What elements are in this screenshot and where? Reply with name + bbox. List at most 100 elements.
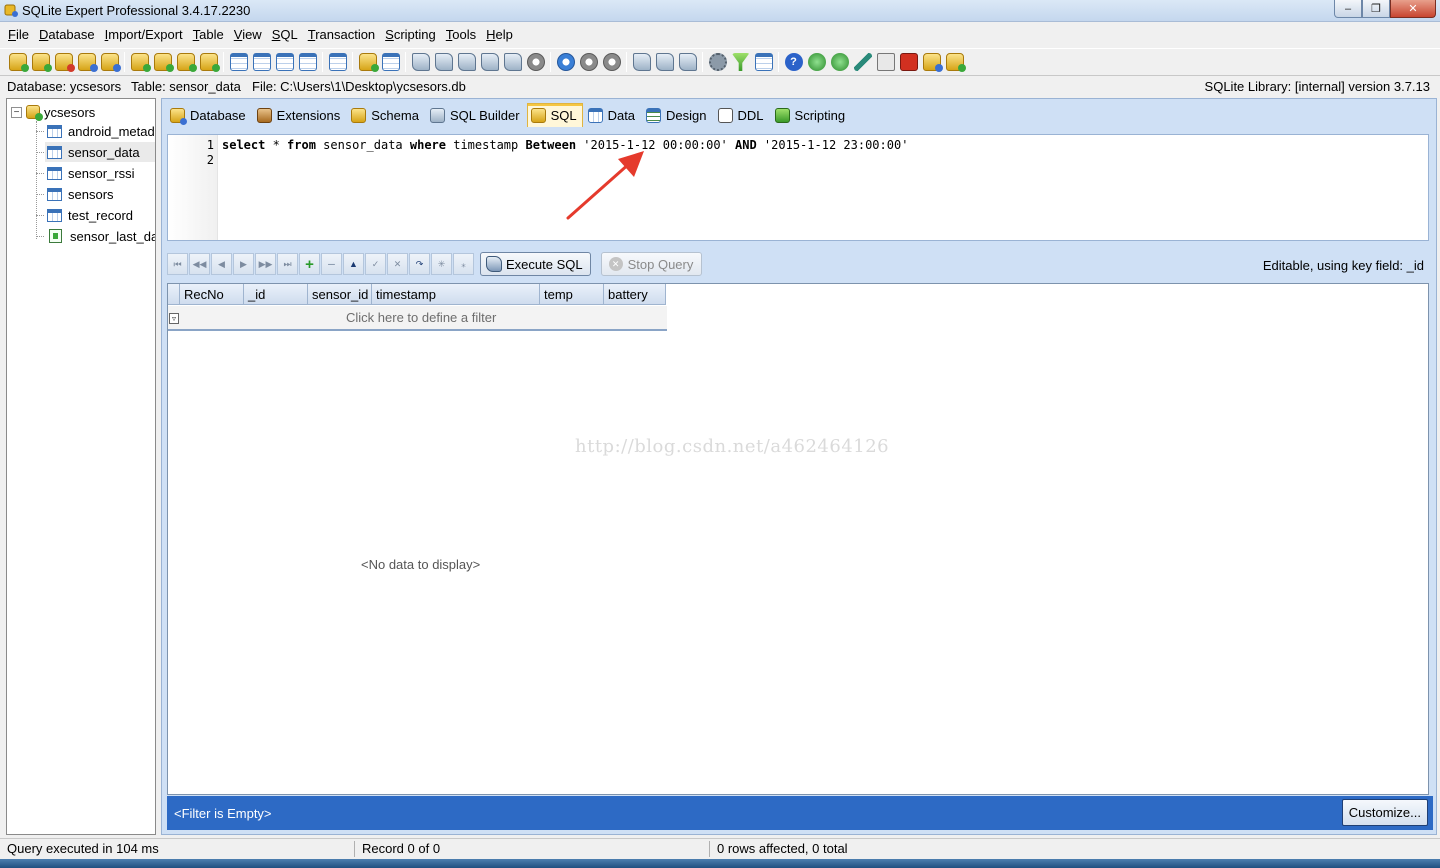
column-header-battery[interactable]: battery	[604, 284, 666, 305]
first-record-button[interactable]: ⏮	[167, 253, 188, 275]
email-icon[interactable]	[876, 53, 895, 71]
menu-transaction[interactable]: Transaction	[303, 25, 380, 45]
script-save-icon[interactable]	[457, 53, 476, 71]
database-tree[interactable]: − ycsesors android_metadata sensor_datase…	[6, 98, 156, 835]
menu-view[interactable]: View	[229, 25, 267, 45]
open-database-icon[interactable]	[31, 53, 52, 72]
edit-record-button[interactable]: ▲	[343, 253, 364, 275]
tab-database[interactable]: Database	[166, 103, 252, 127]
goto-bookmark-button[interactable]: ⁎	[453, 253, 474, 275]
sql-format-icon[interactable]	[678, 53, 697, 71]
sql-code-line[interactable]: select * from sensor_data where timestam…	[222, 138, 908, 152]
detach-database-icon[interactable]	[100, 53, 121, 72]
script-new-icon[interactable]	[411, 53, 430, 71]
begin-transaction-icon[interactable]	[556, 53, 575, 71]
shop-icon[interactable]	[899, 53, 918, 71]
options-gear-icon[interactable]	[708, 53, 727, 71]
new-database-icon[interactable]	[8, 53, 29, 72]
restore-database-icon[interactable]	[153, 53, 174, 72]
sql-editor[interactable]: 1 2 select * from sensor_data where time…	[167, 134, 1429, 241]
new-view-icon[interactable]	[328, 53, 347, 71]
next-record-button[interactable]: ▶	[233, 253, 254, 275]
tree-item-sensors[interactable]: sensors	[45, 184, 155, 204]
script-open-icon[interactable]	[434, 53, 453, 71]
menu-file[interactable]: File	[3, 25, 34, 45]
tab-sql-builder[interactable]: SQL Builder	[426, 103, 526, 127]
delete-record-button[interactable]: −	[321, 253, 342, 275]
menu-scripting[interactable]: Scripting	[380, 25, 441, 45]
sql-explain-icon[interactable]	[655, 53, 674, 71]
column-header-sensor-id[interactable]: sensor_id	[308, 284, 372, 305]
feedback-pen-icon[interactable]	[853, 53, 872, 71]
refresh-table-icon[interactable]	[275, 53, 294, 71]
column-header-timestamp[interactable]: timestamp	[372, 284, 540, 305]
menu-import-export[interactable]: Import/Export	[100, 25, 188, 45]
column-header-id[interactable]: _id	[244, 284, 308, 305]
tab-schema[interactable]: Schema	[347, 103, 425, 127]
backup-database-icon[interactable]	[130, 53, 151, 72]
filter-placeholder[interactable]: Click here to define a filter	[346, 310, 496, 325]
prior-page-button[interactable]: ◀◀	[189, 253, 210, 275]
cancel-edit-button[interactable]: ✕	[387, 253, 408, 275]
about-icon[interactable]	[922, 53, 943, 72]
set-bookmark-button[interactable]: ✳	[431, 253, 452, 275]
commit-transaction-icon[interactable]	[579, 53, 598, 71]
tab-extensions[interactable]: Extensions	[253, 103, 347, 127]
tab-design[interactable]: Design	[642, 103, 712, 127]
tree-root-ycsesors[interactable]: − ycsesors	[11, 104, 95, 121]
refresh-data-button[interactable]: ↷	[409, 253, 430, 275]
design-table-icon[interactable]	[252, 53, 271, 71]
menu-help[interactable]: Help	[481, 25, 518, 45]
tree-item-test-record[interactable]: test_record	[45, 205, 155, 225]
tree-item-android-metadata[interactable]: android_metadata	[45, 121, 155, 141]
drop-table-icon[interactable]	[298, 53, 317, 71]
new-table-icon[interactable]	[229, 53, 248, 71]
menu-tools[interactable]: Tools	[441, 25, 481, 45]
close-button[interactable]: ✕	[1390, 0, 1436, 18]
sql-execute-icon[interactable]	[632, 53, 651, 71]
column-header-RecNo[interactable]: RecNo	[180, 284, 244, 305]
minimize-button[interactable]: ‒	[1334, 0, 1362, 18]
register-icon[interactable]	[830, 53, 849, 71]
filter-icon[interactable]	[731, 53, 750, 71]
next-page-button[interactable]: ▶▶	[255, 253, 276, 275]
export-icon[interactable]	[381, 53, 400, 71]
customize-button[interactable]: Customize...	[1341, 799, 1428, 826]
attach-database-icon[interactable]	[77, 53, 98, 72]
tree-item-sensor-rssi[interactable]: sensor_rssi	[45, 163, 155, 183]
maximize-button[interactable]: ❐	[1362, 0, 1390, 18]
close-database-icon[interactable]	[54, 53, 75, 72]
tab-data[interactable]: Data	[584, 103, 641, 127]
help-icon[interactable]: ?	[784, 53, 803, 71]
encrypt-database-icon[interactable]	[199, 53, 220, 72]
results-grid[interactable]: RecNo _id sensor_id timestamp temp battery ▿ …	[167, 283, 1429, 795]
table-icon	[47, 145, 62, 159]
column-header-temp[interactable]: temp	[540, 284, 604, 305]
rollback-transaction-icon[interactable]	[602, 53, 621, 71]
last-record-button[interactable]: ⏭	[277, 253, 298, 275]
web-update-icon[interactable]	[807, 53, 826, 71]
tree-item-sensor-data[interactable]: sensor_data	[45, 142, 155, 162]
script-run-icon[interactable]	[480, 53, 499, 71]
stop-query-button[interactable]: ✕ Stop Query	[600, 252, 703, 276]
tab-scripting[interactable]: Scripting	[771, 103, 852, 127]
import-icon[interactable]	[358, 53, 379, 72]
execute-sql-button[interactable]: Execute SQL	[480, 252, 591, 276]
tab-sql[interactable]: SQL	[526, 103, 583, 127]
collapse-icon[interactable]: −	[11, 106, 22, 118]
insert-record-button[interactable]: +	[299, 253, 320, 275]
plugins-icon[interactable]	[945, 53, 966, 72]
menu-database[interactable]: Database	[34, 25, 100, 45]
tree-item-sensor-last-data[interactable]: sensor_last_data	[45, 226, 155, 246]
menu-table[interactable]: Table	[188, 25, 229, 45]
menu-sql[interactable]: SQL	[267, 25, 303, 45]
prior-record-button[interactable]: ◀	[211, 253, 232, 275]
grid-layout-icon[interactable]	[754, 53, 773, 71]
tab-ddl[interactable]: DDL	[714, 103, 770, 127]
script-debug-icon[interactable]	[503, 53, 522, 71]
script-stop-icon[interactable]	[526, 53, 545, 71]
filter-row[interactable]: ▿ Click here to define a filter	[168, 306, 667, 331]
toolbar-separator	[405, 52, 406, 72]
post-edit-button[interactable]: ✓	[365, 253, 386, 275]
compact-database-icon[interactable]	[176, 53, 197, 72]
